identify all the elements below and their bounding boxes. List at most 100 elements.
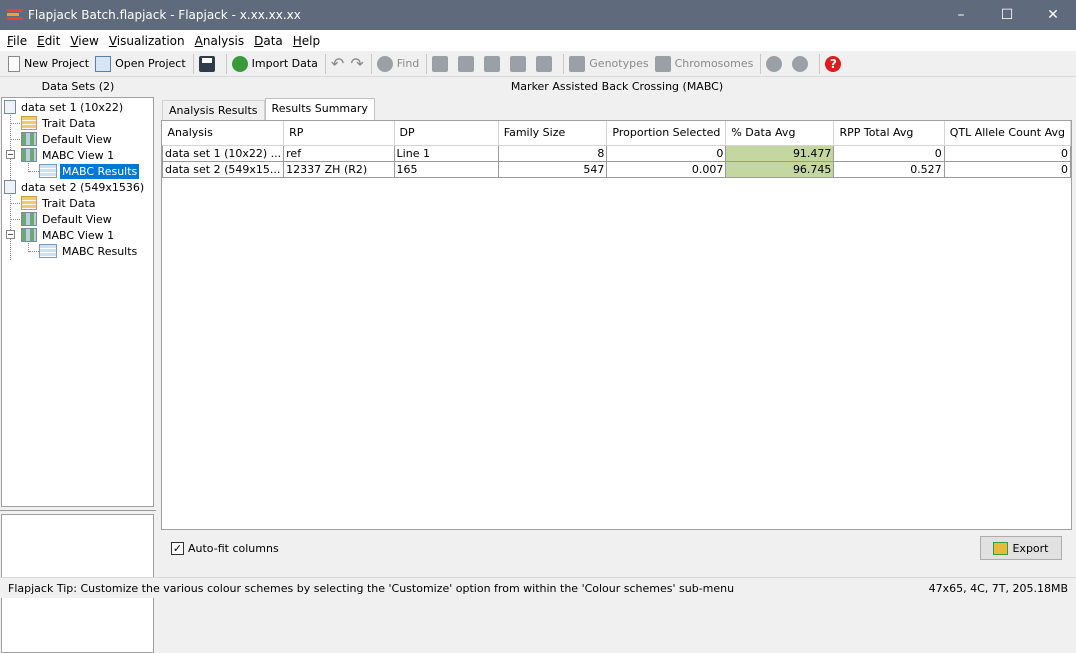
title-bar: Flapjack Batch.flapjack - Flapjack - x.x… bbox=[0, 0, 1076, 30]
help-icon: ? bbox=[825, 55, 842, 72]
import-data-button[interactable]: Import Data bbox=[230, 53, 320, 75]
status-tip: Flapjack Tip: Customize the various colo… bbox=[8, 581, 735, 595]
status-bar: Flapjack Tip: Customize the various colo… bbox=[0, 577, 1076, 598]
panel-splitter[interactable] bbox=[0, 510, 156, 513]
menu-help[interactable]: Help bbox=[288, 34, 325, 48]
tree-item-dataset-2[interactable]: data set 2 (549x1536) bbox=[4, 179, 146, 195]
menu-data[interactable]: Data bbox=[249, 34, 288, 48]
table-cell[interactable]: 165 bbox=[393, 160, 499, 178]
tree-item-mabc-view[interactable]: MABC View 1 bbox=[21, 227, 116, 243]
help-button[interactable]: ? bbox=[823, 53, 847, 75]
table-cell[interactable]: 0 bbox=[943, 144, 1072, 162]
column-header[interactable]: Family Size bbox=[498, 121, 608, 146]
flapjack-app-icon bbox=[7, 8, 23, 22]
find-magnifier-icon bbox=[376, 55, 393, 72]
toolbar-separator bbox=[324, 53, 326, 74]
sort-lines-icon bbox=[432, 55, 449, 72]
toolbar-separator bbox=[819, 53, 821, 74]
menu-visualization[interactable]: Visualization bbox=[104, 34, 190, 48]
table-cell[interactable]: Line 1 bbox=[393, 144, 499, 162]
save-icon bbox=[198, 55, 215, 72]
tree-connector bbox=[11, 203, 20, 204]
column-header[interactable]: Analysis bbox=[162, 121, 285, 146]
new-document-icon bbox=[8, 55, 20, 72]
chromosomes-button[interactable]: Chromosomes bbox=[653, 53, 756, 75]
open-project-icon bbox=[95, 55, 112, 72]
menu-view[interactable]: View bbox=[65, 34, 103, 48]
maximize-button[interactable]: ☐ bbox=[984, 0, 1030, 30]
column-header[interactable]: QTL Allele Count Avg bbox=[944, 121, 1072, 146]
column-header[interactable]: RPP Total Avg bbox=[833, 121, 945, 146]
filter-columns-icon bbox=[458, 55, 475, 72]
tree-connector bbox=[11, 139, 20, 140]
toolbar-separator bbox=[225, 53, 227, 74]
tree-item-default-view[interactable]: Default View bbox=[21, 211, 114, 227]
tab-analysis-results[interactable]: Analysis Results bbox=[162, 100, 265, 120]
column-header[interactable]: RP bbox=[283, 121, 395, 146]
table-cell[interactable]: 12337 ZH (R2) bbox=[283, 160, 395, 178]
table-cell-highlighted[interactable]: 96.745 bbox=[725, 160, 835, 178]
tree-connector bbox=[11, 123, 20, 124]
tree-item-trait-data[interactable]: Trait Data bbox=[21, 195, 98, 211]
menu-edit[interactable]: Edit bbox=[32, 34, 65, 48]
tab-results-summary[interactable]: Results Summary bbox=[264, 98, 375, 120]
tree-item-dataset-1[interactable]: data set 1 (10x22) bbox=[4, 99, 125, 115]
filter-rows-button[interactable] bbox=[482, 53, 506, 75]
column-header[interactable]: % Data Avg bbox=[725, 121, 835, 146]
menu-analysis[interactable]: Analysis bbox=[190, 34, 249, 48]
back-button[interactable] bbox=[764, 53, 788, 75]
table-cell[interactable]: data set 1 (10x22) ... bbox=[161, 144, 285, 162]
table-cell[interactable]: 0 bbox=[606, 144, 727, 162]
column-header[interactable]: Proportion Selected bbox=[606, 121, 727, 146]
column-header[interactable]: DP bbox=[394, 121, 499, 146]
forward-button[interactable] bbox=[790, 53, 814, 75]
tree-item-mabc-results[interactable]: MABC Results bbox=[39, 243, 139, 259]
import-arrow-icon bbox=[231, 55, 248, 72]
collapse-toggle[interactable]: − bbox=[6, 150, 15, 159]
open-project-button[interactable]: Open Project bbox=[93, 53, 188, 75]
datasets-panel: Data Sets (2) data set 1 (10x22) Trait D… bbox=[0, 78, 156, 653]
table-cell[interactable]: 8 bbox=[497, 144, 608, 162]
select-markers-button[interactable] bbox=[534, 53, 558, 75]
results-tabs: Analysis Results Results Summary bbox=[162, 98, 375, 120]
trait-table-icon bbox=[21, 196, 37, 210]
tree-item-trait-data[interactable]: Trait Data bbox=[21, 115, 98, 131]
sort-lines-button[interactable] bbox=[430, 53, 454, 75]
collapse-toggle[interactable]: − bbox=[6, 230, 15, 239]
results-table[interactable]: Analysis RP DP Family Size Proportion Se… bbox=[161, 121, 1072, 178]
datasets-tree[interactable]: data set 1 (10x22) Trait Data Default Vi… bbox=[1, 97, 154, 507]
tree-item-default-view[interactable]: Default View bbox=[21, 131, 114, 147]
table-cell[interactable]: 0.007 bbox=[606, 160, 727, 178]
genotypes-button[interactable]: Genotypes bbox=[567, 53, 650, 75]
toolbar-separator bbox=[760, 53, 762, 74]
tree-connector bbox=[11, 219, 20, 220]
undo-button[interactable]: ↶ bbox=[329, 53, 346, 75]
menu-bar: File Edit View Visualization Analysis Da… bbox=[0, 30, 1076, 51]
tree-item-mabc-results[interactable]: MABC Results bbox=[39, 163, 140, 179]
table-cell[interactable]: 0 bbox=[943, 160, 1072, 178]
autofit-columns-checkbox[interactable]: ✓ Auto-fit columns bbox=[171, 542, 279, 555]
table-cell[interactable]: data set 2 (549x15... bbox=[161, 160, 285, 178]
save-button[interactable] bbox=[197, 53, 221, 75]
close-button[interactable]: ✕ bbox=[1030, 0, 1076, 30]
minimize-button[interactable]: – bbox=[938, 0, 984, 30]
window-title: Flapjack Batch.flapjack - Flapjack - x.x… bbox=[28, 8, 301, 22]
table-cell[interactable]: 0.527 bbox=[833, 160, 945, 178]
results-summary-content: Analysis RP DP Family Size Proportion Se… bbox=[161, 120, 1072, 530]
tree-item-mabc-view[interactable]: MABC View 1 bbox=[21, 147, 116, 163]
menu-file[interactable]: File bbox=[2, 34, 32, 48]
table-row[interactable]: data set 1 (10x22) ... ref Line 1 8 0 91… bbox=[161, 144, 1072, 162]
toolbar-separator bbox=[370, 53, 372, 74]
redo-button[interactable]: ↷ bbox=[348, 53, 365, 75]
new-project-button[interactable]: New Project bbox=[6, 53, 91, 75]
table-cell-highlighted[interactable]: 91.477 bbox=[725, 144, 835, 162]
datasets-header: Data Sets (2) bbox=[41, 80, 115, 93]
table-cell[interactable]: 0 bbox=[833, 144, 945, 162]
table-cell[interactable]: ref bbox=[283, 144, 395, 162]
table-cell[interactable]: 547 bbox=[497, 160, 608, 178]
table-row[interactable]: data set 2 (549x15... 12337 ZH (R2) 165 … bbox=[161, 160, 1072, 178]
export-button[interactable]: Export bbox=[980, 536, 1062, 560]
filter-columns-button[interactable] bbox=[456, 53, 480, 75]
select-lines-button[interactable] bbox=[508, 53, 532, 75]
find-button[interactable]: Find bbox=[375, 53, 422, 75]
